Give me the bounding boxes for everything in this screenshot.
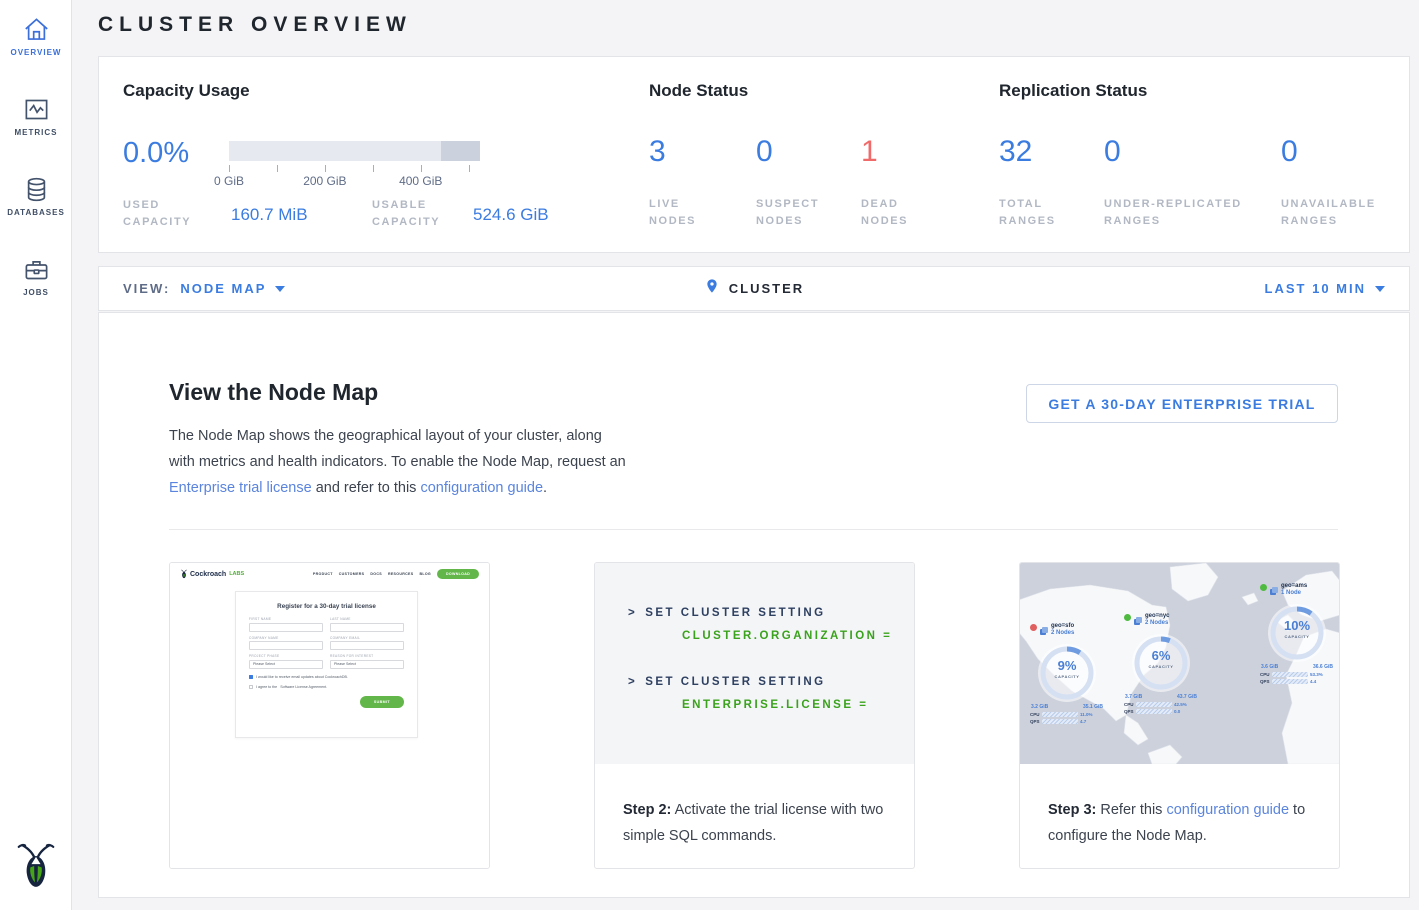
divider (169, 529, 1338, 530)
configuration-guide-link[interactable]: configuration guide (1166, 802, 1289, 818)
cluster-summary-panel: Capacity Usage 0.0% 0 GiB 200 GiB 400 Gi… (98, 56, 1410, 253)
node-status-title: Node Status (649, 81, 748, 101)
unavailable-ranges-count: 0 (1281, 135, 1298, 169)
view-bar: VIEW: NODE MAP CLUSTER LAST 10 MIN (98, 266, 1410, 311)
sidebar-item-metrics[interactable]: METRICS (0, 80, 72, 160)
total-ranges-count: 32 (999, 135, 1032, 169)
sidebar-item-databases[interactable]: DATABASES (0, 160, 72, 240)
cockroachdb-logo (0, 841, 72, 896)
chevron-down-icon[interactable] (1375, 286, 1385, 292)
mini-last-name-field (330, 623, 404, 632)
capacity-used-percent: 0.0% (123, 137, 189, 170)
mini-updates-checkbox: I would like to receive email updates ab… (249, 675, 404, 679)
used-capacity-label: USED CAPACITY (123, 197, 191, 231)
mini-site-nav: PRODUCT CUSTOMERS DOCS RESOURCES BLOG DO… (313, 569, 479, 579)
dead-nodes-label: DEAD NODES (861, 196, 1021, 230)
step2-caption: Step 2: Activate the trial license with … (595, 764, 914, 849)
locality-marker-sfo: geo=sfo 2 Nodes 9% CAPACITY (1030, 623, 1104, 724)
node-status-dot (1260, 584, 1267, 591)
capacity-gauge: 0 GiB 200 GiB 400 GiB (229, 141, 480, 161)
usable-capacity-label: USABLE CAPACITY (372, 197, 440, 231)
mini-form-title: Register for a 30-day trial license (249, 603, 404, 610)
capacity-donut: 9% CAPACITY (1038, 644, 1096, 702)
capacity-donut: 6% CAPACITY (1132, 634, 1190, 692)
sidebar-item-jobs[interactable]: JOBS (0, 240, 72, 320)
usable-capacity-value: 524.6 GiB (473, 205, 549, 225)
home-icon (23, 16, 50, 43)
under-replicated-ranges-count: 0 (1104, 135, 1121, 169)
gauge-tick-label: 0 GiB (214, 174, 244, 188)
sidebar-item-label: DATABASES (0, 208, 72, 217)
live-nodes-count: 3 (649, 135, 666, 169)
breadcrumb-cluster: CLUSTER (729, 281, 804, 296)
databases-icon (23, 176, 50, 203)
mini-registration-form: Register for a 30-day trial license FIRS… (235, 591, 418, 738)
node-cube-icon (1039, 623, 1049, 641)
sidebar-item-label: METRICS (0, 128, 72, 137)
gauge-tick-label: 200 GiB (303, 174, 346, 188)
mini-company-name-field (249, 641, 323, 650)
node-map-description: The Node Map shows the geographical layo… (169, 423, 627, 501)
gauge-tick-label: 400 GiB (399, 174, 442, 188)
step3-card: geo=sfo 2 Nodes 9% CAPACITY (1019, 562, 1340, 869)
mini-first-name-field (249, 623, 323, 632)
locality-marker-ams: geo=ams 1 Node 10% CAPACITY (1260, 583, 1334, 684)
registration-site-screenshot: Cockroach LABS PRODUCT CUSTOMERS DOCS RE… (170, 563, 489, 868)
mini-agree-checkbox: I agree to the Software License Agreemen… (249, 685, 404, 689)
used-capacity-value: 160.7 MiB (231, 205, 308, 225)
node-map-panel: View the Node Map The Node Map shows the… (98, 312, 1410, 898)
sidebar: OVERVIEW METRICS DATABASES (0, 0, 72, 910)
node-map-preview-image: geo=sfo 2 Nodes 9% CAPACITY (1020, 563, 1339, 764)
node-status-dot (1124, 614, 1131, 621)
capacity-gauge-nonusable-segment (441, 141, 480, 161)
sidebar-item-overview[interactable]: OVERVIEW (0, 0, 72, 80)
capacity-donut: 10% CAPACITY (1268, 604, 1326, 662)
checkbox-checked-icon (249, 675, 253, 679)
location-pin-icon (704, 278, 720, 299)
replication-status-title: Replication Status (999, 81, 1147, 101)
node-status-dot (1030, 624, 1037, 631)
step1-card: Cockroach LABS PRODUCT CUSTOMERS DOCS RE… (169, 562, 490, 869)
mini-cockroach-labs-logo: Cockroach LABS (180, 569, 244, 579)
checkbox-icon (249, 685, 253, 689)
enterprise-trial-license-link[interactable]: Enterprise trial license (169, 480, 312, 496)
mini-company-email-field (330, 641, 404, 650)
unavailable-ranges-label: UNAVAILABLE RANGES (1281, 196, 1419, 230)
step2-card: > SET CLUSTER SETTING CLUSTER.ORGANIZATI… (594, 562, 915, 869)
mini-submit-button: SUBMIT (360, 696, 404, 708)
sql-commands-block: > SET CLUSTER SETTING CLUSTER.ORGANIZATI… (595, 563, 914, 764)
locality-marker-nyc: geo=nyc 2 Nodes 6% CAPACITY (1124, 613, 1198, 714)
under-replicated-ranges-label: UNDER-REPLICATED RANGES (1104, 196, 1264, 230)
jobs-icon (23, 256, 50, 283)
enterprise-trial-button[interactable]: GET A 30-DAY ENTERPRISE TRIAL (1026, 384, 1338, 423)
node-cube-icon (1269, 583, 1279, 601)
sidebar-item-label: JOBS (0, 288, 72, 297)
node-map-heading: View the Node Map (169, 379, 378, 406)
time-range-dropdown[interactable]: LAST 10 MIN (1265, 281, 1366, 296)
step1-caption: Step 1: Get a trial license delivered st… (170, 868, 489, 869)
node-cube-icon (1133, 613, 1143, 631)
metrics-icon (23, 96, 50, 123)
mini-reason-select: Please Select (330, 660, 404, 669)
mini-download-button: DOWNLOAD (437, 569, 479, 579)
mini-project-phase-select: Please Select (249, 660, 323, 669)
suspect-nodes-count: 0 (756, 135, 773, 169)
step3-caption: Step 3: Refer this configuration guide t… (1020, 764, 1339, 849)
sidebar-item-label: OVERVIEW (0, 48, 72, 57)
page-title: CLUSTER OVERVIEW (98, 13, 412, 37)
dead-nodes-count: 1 (861, 135, 878, 169)
capacity-usage-title: Capacity Usage (123, 81, 250, 101)
configuration-guide-link[interactable]: configuration guide (420, 480, 543, 496)
